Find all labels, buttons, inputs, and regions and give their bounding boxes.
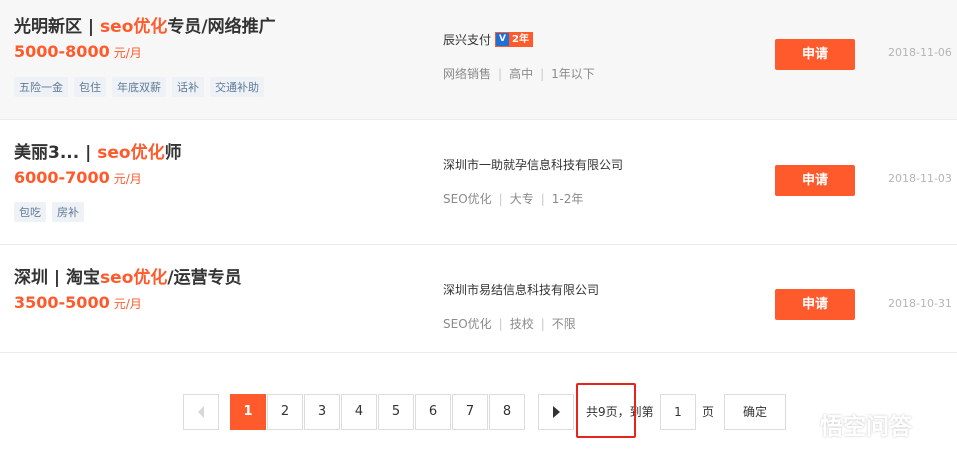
benefit-tag: 包住 [74, 77, 106, 97]
job-listing[interactable]: 美丽3... | seo优化师 6000-7000 元/月 包吃 房补 深圳市一助… [0, 120, 957, 245]
benefit-tag: 房补 [52, 202, 84, 222]
company-name[interactable]: 深圳市一助就孕信息科技有限公司 [443, 156, 623, 173]
divider: | [498, 67, 503, 81]
next-page-button[interactable] [538, 394, 574, 430]
watermark: 悟空问答 [790, 407, 912, 441]
job-title[interactable]: 美丽3... | seo优化师 [14, 138, 182, 163]
job-title-suffix: /运营专员 [167, 268, 242, 288]
job-title-prefix: 美丽3... | [14, 143, 98, 163]
education: 技校 [509, 317, 534, 331]
confirm-button[interactable]: 确定 [724, 394, 786, 430]
job-meta: 网络销售 | 高中 | 1年以下 [443, 65, 595, 82]
prev-page-button[interactable] [183, 394, 219, 430]
chat-bubble-icon [790, 413, 816, 436]
post-date: 2018-11-06 [888, 46, 952, 59]
job-category: 网络销售 [443, 67, 492, 81]
salary-range: 3500-5000 [14, 293, 110, 312]
education: 大专 [509, 192, 534, 206]
goto-page-input[interactable] [660, 394, 696, 430]
salary: 5000-8000 元/月 [14, 42, 142, 61]
job-title-prefix: 光明新区 | [14, 17, 101, 37]
page-number[interactable]: 8 [489, 394, 525, 430]
page-number[interactable]: 2 [267, 394, 303, 430]
company-name[interactable]: 深圳市易结信息科技有限公司 [443, 281, 599, 298]
company-name[interactable]: 辰兴支付 V 2年 [443, 31, 533, 48]
experience: 不限 [551, 317, 576, 331]
salary-unit: 元/月 [113, 297, 142, 311]
benefit-tag: 话补 [172, 77, 204, 97]
benefit-tags: 包吃 房补 [14, 202, 84, 222]
apply-button[interactable]: 申请 [775, 39, 855, 70]
job-category: SEO优化 [443, 192, 492, 206]
job-title-keyword: seo优化 [100, 268, 168, 288]
membership-years: 2年 [509, 33, 532, 46]
benefit-tag: 年底双薪 [112, 77, 166, 97]
post-date: 2018-11-03 [888, 172, 952, 185]
page-number[interactable]: 6 [415, 394, 451, 430]
salary-range: 6000-7000 [14, 168, 110, 187]
job-title-suffix: 专员/网络推广 [167, 17, 276, 37]
page-number[interactable]: 5 [378, 394, 414, 430]
divider: | [498, 192, 503, 206]
apply-button[interactable]: 申请 [775, 289, 855, 320]
divider: | [498, 317, 503, 331]
education: 高中 [509, 67, 534, 81]
benefit-tags: 五险一金 包住 年底双薪 话补 交通补助 [14, 77, 264, 97]
page-number[interactable]: 7 [452, 394, 488, 430]
company-name-text: 深圳市一助就孕信息科技有限公司 [443, 158, 624, 172]
post-date: 2018-10-31 [888, 297, 952, 310]
page-number[interactable]: 3 [304, 394, 340, 430]
salary: 6000-7000 元/月 [14, 168, 142, 187]
verified-badge-icon: V [496, 33, 510, 46]
salary: 3500-5000 元/月 [14, 293, 142, 312]
benefit-tag: 五险一金 [14, 77, 68, 97]
chevron-right-icon [552, 405, 560, 418]
page-suffix-label: 页 [702, 405, 715, 419]
job-listing[interactable]: 深圳 | 淘宝seo优化/运营专员 3500-5000 元/月 深圳市易结信息科技… [0, 245, 957, 353]
job-title[interactable]: 光明新区 | seo优化专员/网络推广 [14, 12, 276, 37]
company-name-text: 辰兴支付 [443, 33, 492, 47]
job-meta: SEO优化 | 大专 | 1-2年 [443, 190, 583, 207]
page-number[interactable]: 1 [230, 394, 266, 430]
highlight-annotation-box [576, 383, 636, 438]
salary-unit: 元/月 [113, 46, 142, 60]
page-number[interactable]: 4 [341, 394, 377, 430]
job-meta: SEO优化 | 技校 | 不限 [443, 315, 576, 332]
job-title-prefix: 深圳 | 淘宝 [14, 268, 101, 288]
job-listing[interactable]: 光明新区 | seo优化专员/网络推广 5000-8000 元/月 五险一金 包住… [0, 0, 957, 120]
job-title[interactable]: 深圳 | 淘宝seo优化/运营专员 [14, 263, 242, 288]
watermark-text: 悟空问答 [820, 414, 912, 440]
experience: 1-2年 [551, 192, 584, 206]
divider: | [540, 317, 545, 331]
benefit-tag: 包吃 [14, 202, 46, 222]
divider: | [540, 67, 545, 81]
salary-range: 5000-8000 [14, 42, 110, 61]
job-title-keyword: seo优化 [97, 143, 165, 163]
divider: | [540, 192, 545, 206]
chevron-left-icon [198, 405, 204, 418]
apply-button[interactable]: 申请 [775, 165, 855, 196]
salary-unit: 元/月 [113, 172, 142, 186]
company-name-text: 深圳市易结信息科技有限公司 [443, 283, 600, 297]
benefit-tag: 交通补助 [210, 77, 264, 97]
job-title-suffix: 师 [164, 143, 182, 163]
job-title-keyword: seo优化 [100, 17, 168, 37]
experience: 1年以下 [551, 67, 595, 81]
membership-badge: V 2年 [495, 32, 533, 47]
job-category: SEO优化 [443, 317, 492, 331]
